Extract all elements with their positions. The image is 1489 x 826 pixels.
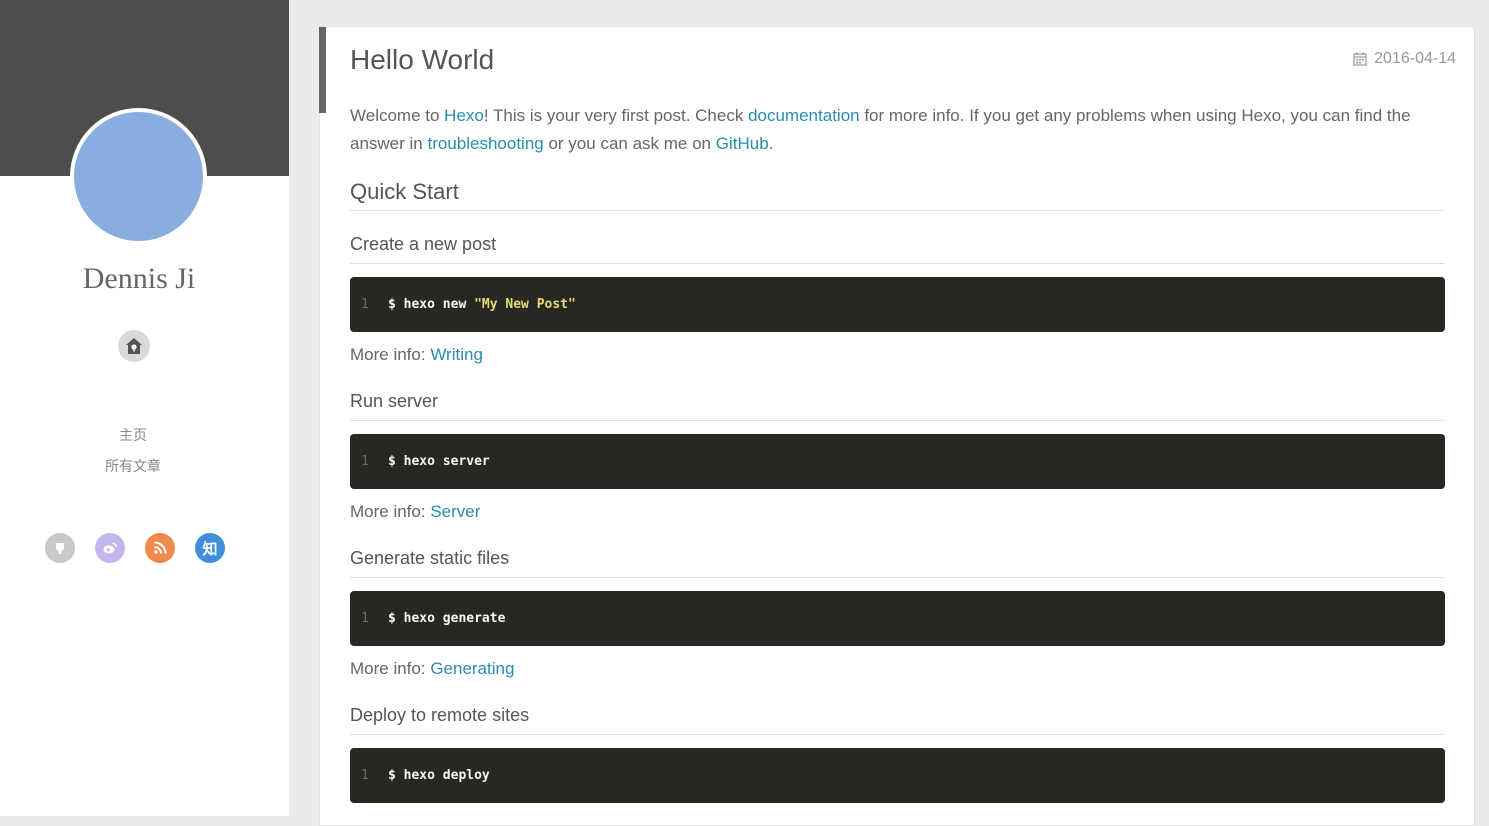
sidebar: Dennis Ji 主页 所有文章 知 <box>0 0 289 816</box>
calendar-icon <box>1353 52 1367 66</box>
nav-all-posts[interactable]: 所有文章 <box>0 452 266 483</box>
troubleshooting-link[interactable]: troubleshooting <box>427 134 543 153</box>
intro-text: Welcome to <box>350 106 445 125</box>
post-card: Hello World 2016-04-14 Welcome to Hexo! … <box>319 26 1475 826</box>
line-number: 1 <box>361 611 369 626</box>
code-string: "My New Post" <box>474 297 576 312</box>
step-heading: Create a new post <box>350 234 1445 264</box>
intro-text: or you can ask me on <box>543 134 716 153</box>
weibo-icon[interactable] <box>95 533 125 563</box>
more-info-label: More info: <box>350 502 431 521</box>
more-info: More info: Writing <box>350 345 483 365</box>
section-heading-quick-start: Quick Start <box>350 179 1445 211</box>
rss-icon[interactable] <box>145 533 175 563</box>
line-number: 1 <box>361 454 369 469</box>
code-command: $ hexo deploy <box>388 768 490 783</box>
generating-link[interactable]: Generating <box>430 659 514 678</box>
social-links: 知 <box>45 533 225 563</box>
documentation-link[interactable]: documentation <box>748 106 860 125</box>
nav-home[interactable]: 主页 <box>0 421 266 452</box>
line-number: 1 <box>361 768 369 783</box>
post-intro: Welcome to Hexo! This is your very first… <box>350 102 1445 158</box>
more-info: More info: Generating <box>350 659 514 679</box>
more-info-label: More info: <box>350 345 431 364</box>
code-block[interactable]: 1 $ hexo server <box>350 434 1445 489</box>
avatar[interactable] <box>70 108 207 245</box>
code-command: $ hexo new <box>388 297 475 312</box>
hexo-link[interactable]: Hexo <box>444 106 484 125</box>
post-accent-bar <box>319 27 326 113</box>
zhihu-icon[interactable]: 知 <box>195 533 225 563</box>
post-date-text: 2016-04-14 <box>1374 50 1456 67</box>
code-block[interactable]: 1 $ hexo generate <box>350 591 1445 646</box>
server-link[interactable]: Server <box>430 502 480 521</box>
github-link[interactable]: GitHub <box>716 134 769 153</box>
code-command: $ hexo server <box>388 454 490 469</box>
post-date: 2016-04-14 <box>1353 50 1456 68</box>
post-title[interactable]: Hello World <box>350 44 494 76</box>
more-info: More info: Server <box>350 502 480 522</box>
sidebar-nav: 主页 所有文章 <box>0 421 266 483</box>
github-icon[interactable] <box>45 533 75 563</box>
intro-text: . <box>768 134 774 153</box>
code-block[interactable]: 1 $ hexo deploy <box>350 748 1445 803</box>
home-icon[interactable] <box>118 330 150 362</box>
step-heading: Deploy to remote sites <box>350 705 1445 735</box>
more-info-label: More info: <box>350 659 431 678</box>
code-command: $ hexo generate <box>388 611 506 626</box>
code-block[interactable]: 1 $ hexo new "My New Post" <box>350 277 1445 332</box>
step-heading: Run server <box>350 391 1445 421</box>
writing-link[interactable]: Writing <box>430 345 483 364</box>
author-name: Dennis Ji <box>82 262 196 295</box>
line-number: 1 <box>361 297 369 312</box>
intro-text: ! This is your very first post. Check <box>483 106 749 125</box>
step-heading: Generate static files <box>350 548 1445 578</box>
